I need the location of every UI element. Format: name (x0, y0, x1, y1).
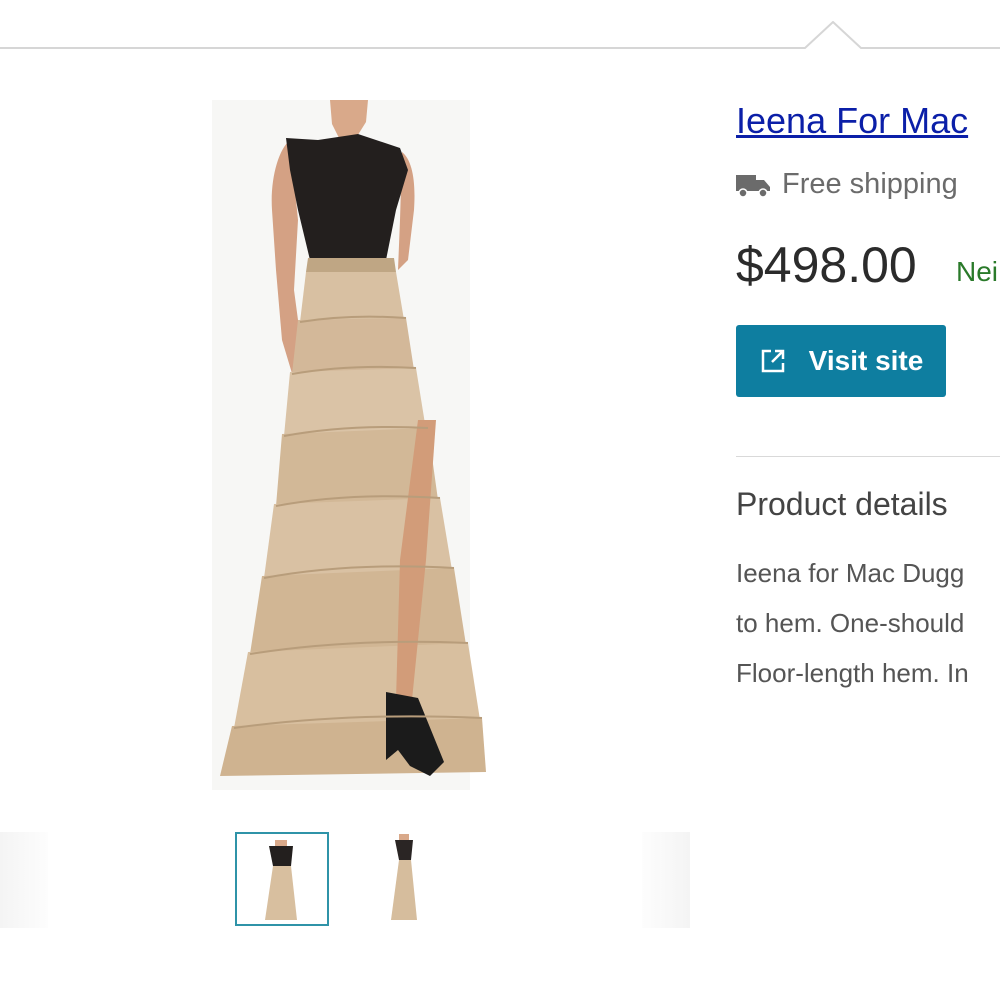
thumbnail-prev-button[interactable] (0, 832, 48, 928)
product-description-line: Ieena for Mac Dugg (736, 558, 965, 588)
product-title-link[interactable]: Ieena For Mac (736, 100, 968, 142)
thumbnail-next-button[interactable] (642, 832, 690, 928)
product-details-heading: Product details (736, 486, 948, 522)
external-link-icon (761, 349, 784, 373)
visit-site-button[interactable]: Visit site (736, 325, 946, 397)
seller-name[interactable]: Nei (956, 256, 998, 288)
product-info-panel: Ieena For Mac Free shipping $498.00 Nei … (736, 0, 1000, 1000)
thumbnail-2[interactable] (359, 832, 453, 926)
section-divider (736, 456, 1000, 457)
truck-icon (736, 174, 770, 198)
product-main-image[interactable] (190, 100, 490, 790)
shipping-info: Free shipping (736, 168, 958, 201)
product-description-line: to hem. One-should (736, 608, 965, 638)
thumbnail-1[interactable] (235, 832, 329, 926)
product-price: $498.00 (736, 237, 917, 293)
visit-site-label: Visit site (808, 345, 924, 376)
product-description-line: Floor-length hem. In (736, 658, 969, 688)
shipping-label: Free shipping (782, 168, 958, 200)
